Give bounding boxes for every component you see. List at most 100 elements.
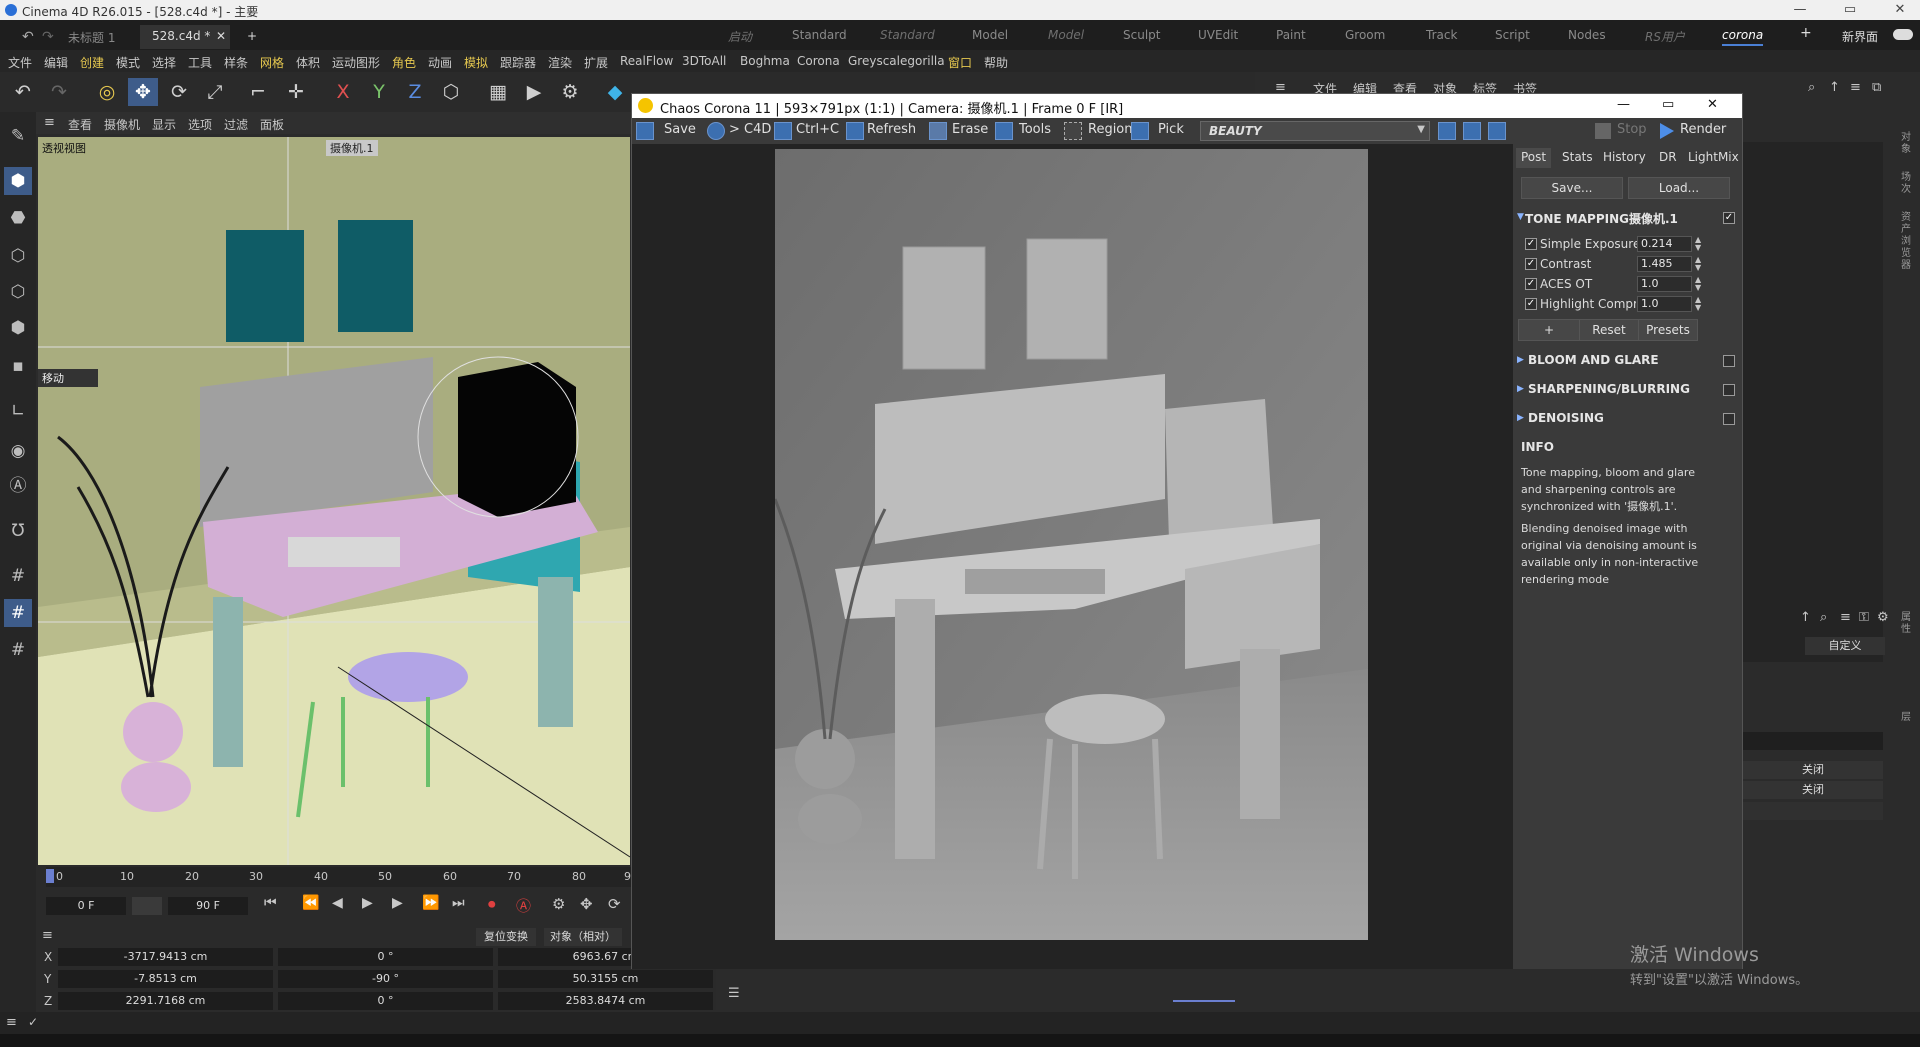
snap-icon[interactable]: Ⓐ xyxy=(4,472,32,500)
menu-simulate[interactable]: 模拟 xyxy=(464,54,488,71)
magnet-icon[interactable]: Ʊ xyxy=(4,517,32,545)
coord-mode-dropdown[interactable]: 对象（相对） xyxy=(544,928,622,946)
up-arrow-icon[interactable]: ↑ xyxy=(1800,610,1811,625)
layout-tab-uvedit[interactable]: UVEdit xyxy=(1198,28,1238,42)
menu-tools[interactable]: 工具 xyxy=(188,54,212,71)
object-list[interactable] xyxy=(1743,142,1883,662)
vp-menu-camera[interactable]: 摄像机 xyxy=(104,116,140,133)
x-axis-icon[interactable]: X xyxy=(328,78,358,106)
side-tab-takes[interactable]: 场次 xyxy=(1901,172,1915,196)
layout-toggle[interactable] xyxy=(1893,29,1913,40)
model-mode-icon[interactable]: ⬢ xyxy=(4,167,32,195)
bloom-checkbox[interactable] xyxy=(1723,355,1735,367)
zoom-slider[interactable] xyxy=(1173,1000,1235,1002)
playhead[interactable] xyxy=(46,869,54,883)
side-tab-assets[interactable]: 资产浏览器 xyxy=(1901,212,1915,272)
menu-realflow[interactable]: RealFlow xyxy=(620,54,673,68)
erase-button[interactable]: Erase xyxy=(952,122,988,137)
new-layout-button[interactable]: 新界面 xyxy=(1842,28,1878,45)
layout-tab-standard[interactable]: Standard xyxy=(792,28,847,42)
corona-close-button[interactable]: ✕ xyxy=(1707,97,1718,112)
highlight-checkbox[interactable]: ✓ xyxy=(1525,298,1537,310)
close-field-1[interactable]: 关闭 xyxy=(1743,761,1883,779)
render-view-icon[interactable]: ▶ xyxy=(519,78,549,106)
close-field-2[interactable]: 关闭 xyxy=(1743,781,1883,799)
close-button[interactable]: ✕ xyxy=(1885,2,1915,17)
side-tab-objects[interactable]: 对象 xyxy=(1901,132,1915,156)
menu-mode[interactable]: 模式 xyxy=(116,54,140,71)
scale-icon[interactable]: ⤢ xyxy=(200,78,230,106)
doc-tab-active[interactable]: 528.c4d * ✕ xyxy=(140,25,230,49)
pick-button[interactable]: Pick xyxy=(1158,122,1184,137)
to-c4d-button[interactable]: > C4D xyxy=(729,122,771,137)
menu-3dtoall[interactable]: 3DToAll xyxy=(682,54,726,68)
menu-character[interactable]: 角色 xyxy=(392,54,416,71)
undo-icon[interactable]: ↶ xyxy=(8,78,38,106)
filter-icon[interactable]: ≡ xyxy=(1850,80,1861,95)
tone-mapping-header[interactable]: TONE MAPPING摄像机.1 xyxy=(1525,210,1678,227)
new-doc-button[interactable]: + xyxy=(235,25,269,49)
stepper-icon[interactable]: ▲ ▼ xyxy=(1695,256,1701,272)
sharpening-header[interactable]: SHARPENING/BLURRING xyxy=(1528,382,1690,396)
edit-icon[interactable]: ✎ xyxy=(4,122,32,150)
layout-tab-model-alt[interactable]: Model xyxy=(1048,28,1084,42)
menu-select[interactable]: 选择 xyxy=(152,54,176,71)
stepper-icon[interactable]: ▲ ▼ xyxy=(1695,296,1701,312)
move-icon[interactable]: ✥ xyxy=(128,78,158,106)
render-canvas[interactable] xyxy=(632,144,1513,969)
polygon-mode-icon[interactable]: ⬢ xyxy=(4,314,32,342)
tab-stats[interactable]: Stats xyxy=(1557,148,1598,168)
tab-history[interactable]: History xyxy=(1598,148,1651,168)
denoising-checkbox[interactable] xyxy=(1723,413,1735,425)
lock-icon[interactable]: ⚿ xyxy=(1859,610,1869,625)
menu-edit[interactable]: 编辑 xyxy=(44,54,68,71)
close-tab-icon[interactable]: ✕ xyxy=(216,29,226,43)
prev-frame-icon[interactable]: ◀ xyxy=(332,895,343,911)
layout-tab-model[interactable]: Model xyxy=(972,28,1008,42)
end-frame-field[interactable]: 90 F xyxy=(168,897,248,915)
pos-z-field[interactable]: 2291.7168 cm xyxy=(58,992,273,1010)
stop-button[interactable]: Stop xyxy=(1617,122,1647,137)
vp-menu-display[interactable]: 显示 xyxy=(152,116,176,133)
exposure-checkbox[interactable]: ✓ xyxy=(1525,238,1537,250)
pass-dropdown[interactable]: BEAUTY ▼ xyxy=(1200,121,1430,141)
expand-arrow-icon[interactable]: ▶ xyxy=(1517,384,1524,394)
stepper-icon[interactable]: ▲ ▼ xyxy=(1695,236,1701,252)
menu-boghma[interactable]: Boghma xyxy=(740,54,790,68)
rotate-icon[interactable]: ⟳ xyxy=(164,78,194,106)
record-icon[interactable]: ⏺ xyxy=(488,895,496,913)
layout-tab-paint[interactable]: Paint xyxy=(1276,28,1306,42)
axis-mode-icon[interactable]: ∟ xyxy=(4,397,32,425)
save-button[interactable]: Save xyxy=(664,122,696,137)
menu-mograph[interactable]: 运动图形 xyxy=(332,54,380,71)
workplane-icon[interactable]: # xyxy=(4,562,32,590)
refresh-button[interactable]: Refresh xyxy=(867,122,916,137)
menu-extensions[interactable]: 扩展 xyxy=(584,54,608,71)
solo-icon[interactable]: ◉ xyxy=(4,437,32,465)
stepper-icon[interactable]: ▲ ▼ xyxy=(1695,276,1701,292)
layout-tab-rs[interactable]: RS用户 xyxy=(1645,28,1685,45)
copy-button[interactable]: Ctrl+C xyxy=(796,122,839,137)
zoom-in-icon[interactable] xyxy=(1438,122,1456,140)
aces-input[interactable]: 1.0 xyxy=(1637,276,1692,292)
tab-lightmix[interactable]: LightMix xyxy=(1683,148,1744,168)
filter-icon[interactable]: ≡ xyxy=(1840,610,1851,625)
keyframe-settings-icon[interactable]: ⚙ xyxy=(552,895,565,913)
frame-slider[interactable] xyxy=(132,897,162,915)
contrast-checkbox[interactable]: ✓ xyxy=(1525,258,1537,270)
next-frame-icon[interactable]: ▶ xyxy=(392,895,403,911)
search-icon[interactable]: ⌕ xyxy=(1808,80,1815,95)
hamburger-icon[interactable]: ≡ xyxy=(44,115,55,130)
layout-tab-script[interactable]: Script xyxy=(1495,28,1530,42)
y-axis-icon[interactable]: Y xyxy=(364,78,394,106)
texture-mode-icon[interactable]: ⬣ xyxy=(4,204,32,232)
vp-menu-view[interactable]: 查看 xyxy=(68,116,92,133)
maximize-button[interactable]: ▭ xyxy=(1835,2,1865,17)
render-region-icon[interactable]: ▦ xyxy=(483,78,513,106)
menu-greyscalegorilla[interactable]: Greyscalegorilla xyxy=(848,54,945,68)
reset-transform-button[interactable]: 复位变换 xyxy=(476,928,536,946)
hamburger-icon[interactable]: ≡ xyxy=(42,928,53,943)
layout-tab-sculpt[interactable]: Sculpt xyxy=(1123,28,1160,42)
size-y-field[interactable]: 50.3155 cm xyxy=(498,970,713,988)
cube-icon[interactable]: ◆ xyxy=(600,78,630,106)
